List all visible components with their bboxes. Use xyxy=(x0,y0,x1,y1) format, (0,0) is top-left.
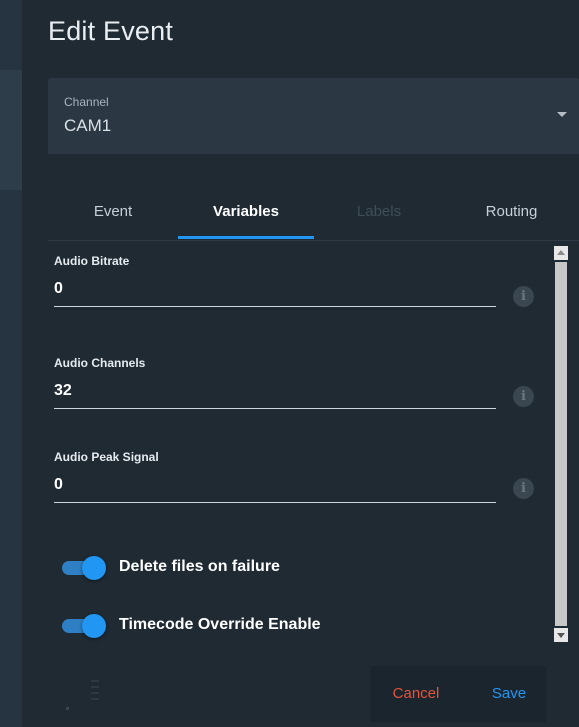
edit-event-dialog: Edit Event Channel CAM1 Event Variables … xyxy=(22,0,579,727)
timecode-override-label: Timecode Override Enable xyxy=(119,616,321,633)
info-icon[interactable]: i xyxy=(513,386,534,407)
scroll-up-arrow-icon[interactable] xyxy=(554,246,568,260)
background-band xyxy=(0,70,22,190)
footer-dot xyxy=(66,707,69,710)
active-tab-indicator xyxy=(178,236,314,239)
drag-handle-icon xyxy=(88,676,102,710)
audio-peak-signal-label: Audio Peak Signal xyxy=(54,450,159,464)
caret-down-icon[interactable] xyxy=(557,112,567,117)
delete-files-label: Delete files on failure xyxy=(119,558,280,575)
info-icon[interactable]: i xyxy=(513,286,534,307)
audio-bitrate-field: Audio Bitrate 0 xyxy=(54,254,496,307)
delete-files-toggle[interactable] xyxy=(82,556,106,580)
audio-channels-label: Audio Channels xyxy=(54,356,146,370)
save-button[interactable]: Save xyxy=(474,666,544,722)
audio-channels-input[interactable]: 32 xyxy=(54,382,496,409)
audio-peak-signal-input[interactable]: 0 xyxy=(54,476,496,503)
tab-bar: Event Variables Labels Routing xyxy=(48,188,579,241)
vertical-scrollbar[interactable] xyxy=(554,246,568,642)
channel-select[interactable]: Channel CAM1 xyxy=(48,78,579,154)
variables-panel: Audio Bitrate 0 i Audio Channels 32 i Au… xyxy=(48,242,579,662)
cancel-button[interactable]: Cancel xyxy=(376,666,456,722)
timecode-override-toggle[interactable] xyxy=(82,614,106,638)
dialog-actions: Cancel Save xyxy=(370,666,546,722)
dialog-title: Edit Event xyxy=(48,16,174,46)
info-icon[interactable]: i xyxy=(513,478,534,499)
channel-select-value: CAM1 xyxy=(64,116,112,135)
scrollbar-thumb[interactable] xyxy=(555,262,567,626)
scroll-down-arrow-icon[interactable] xyxy=(554,628,568,642)
channel-select-label: Channel xyxy=(64,95,109,109)
tab-variables[interactable]: Variables xyxy=(178,188,314,238)
audio-bitrate-label: Audio Bitrate xyxy=(54,254,130,268)
tab-event[interactable]: Event xyxy=(48,188,178,238)
audio-peak-signal-field: Audio Peak Signal 0 xyxy=(54,450,496,503)
tab-labels: Labels xyxy=(356,203,402,220)
audio-bitrate-input[interactable]: 0 xyxy=(54,280,496,307)
audio-channels-field: Audio Channels 32 xyxy=(54,356,496,409)
tab-routing[interactable]: Routing xyxy=(444,188,579,238)
